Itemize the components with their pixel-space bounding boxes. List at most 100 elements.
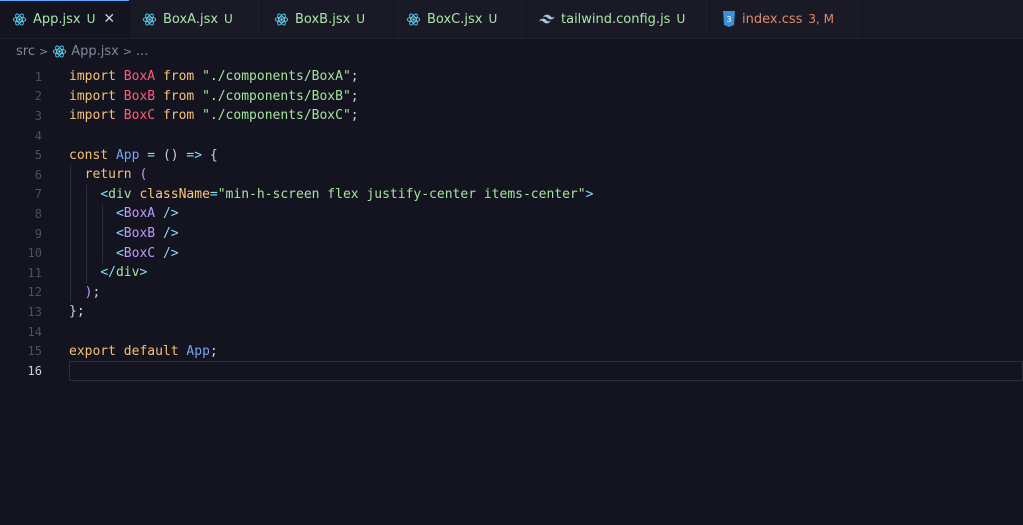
line-number: 16 [27, 363, 42, 378]
code-token: ; [350, 88, 359, 104]
code-token: BoxC [123, 108, 156, 124]
code-line[interactable]: 1 import BoxA from "./components/BoxA"; [0, 67, 1023, 87]
tab-status-badge: U [86, 12, 96, 26]
code-text: }; [69, 304, 85, 319]
code-line[interactable]: 13}; [0, 302, 1023, 322]
code-token: App [115, 147, 140, 163]
code-line[interactable]: 5 const App = () => { [0, 145, 1023, 165]
code-token: const [69, 147, 109, 163]
tab-index-css[interactable]: 3 index.css 3, M [710, 0, 863, 38]
code-text: import BoxA from "./components/BoxA"; [69, 69, 359, 84]
code-token: > [139, 265, 148, 281]
line-number: 3 [34, 108, 42, 123]
code-token: BoxB [123, 226, 156, 242]
code-line[interactable]: 10 <BoxC /> [0, 243, 1023, 263]
code-token: import [69, 88, 116, 104]
code-text: ); [69, 284, 101, 300]
code-line[interactable]: 8 <BoxA /> [0, 204, 1023, 224]
code-token: > [585, 186, 594, 202]
code-line[interactable]: 12 ); [0, 283, 1023, 303]
react-icon [53, 45, 67, 57]
svg-text:3: 3 [726, 15, 731, 24]
code-token: ; [209, 343, 218, 359]
code-token: /> [162, 245, 179, 261]
tab-label: BoxA.jsx [163, 11, 219, 27]
code-line[interactable]: 14 [0, 322, 1023, 342]
code-token: => [186, 147, 203, 163]
code-token: = [209, 186, 218, 202]
code-token: ; [350, 69, 359, 85]
code-text: return ( [69, 167, 148, 183]
line-number: 8 [34, 206, 42, 221]
line-number: 15 [27, 344, 42, 359]
code-token: ( [139, 167, 148, 183]
tailwind-icon [539, 14, 555, 24]
tab-label: tailwind.config.js [561, 11, 671, 27]
code-editor[interactable]: 1 import BoxA from "./components/BoxA"; 2 i… [0, 63, 1023, 381]
code-text: </div> [69, 265, 147, 280]
code-token: BoxB [123, 88, 156, 104]
close-icon[interactable]: ✕ [103, 11, 115, 27]
tab-boxb-jsx[interactable]: BoxB.jsx U [262, 0, 394, 38]
code-token: () [162, 147, 187, 163]
code-token: < [115, 206, 124, 222]
code-token: { [202, 147, 218, 163]
tab-tailwind-config-js[interactable]: tailwind.config.js U [527, 0, 710, 38]
line-number: 14 [27, 324, 42, 339]
code-line[interactable]: 3 import BoxC from "./components/BoxC"; [0, 106, 1023, 126]
code-line[interactable]: 9 <BoxB /> [0, 224, 1023, 244]
code-token: className [139, 186, 210, 202]
code-line[interactable]: 15 export default App; [0, 341, 1023, 361]
code-token: div [108, 186, 132, 202]
code-line[interactable]: 11 </div> [0, 263, 1023, 283]
css-icon: 3 [723, 11, 735, 27]
breadcrumb-more[interactable]: ... [136, 44, 148, 59]
code-token: /> [162, 226, 179, 242]
code-token: from [162, 108, 195, 124]
code-token: BoxC [123, 245, 156, 261]
indent-guide [102, 204, 103, 263]
code-token: "./components/BoxA" [202, 69, 351, 85]
code-token: BoxA [123, 206, 156, 222]
tab-label: App.jsx [33, 11, 81, 27]
code-line[interactable]: 7 <div className="min-h-screen flex just… [0, 185, 1023, 205]
tab-status-badge: U [356, 12, 366, 26]
line-number: 11 [27, 265, 42, 280]
code-token: < [100, 186, 109, 202]
line-number: 1 [34, 69, 42, 84]
code-token: default [123, 343, 179, 359]
tab-status-badge: 3, M [808, 12, 835, 26]
code-line[interactable]: 4 [0, 126, 1023, 146]
code-token: import [69, 108, 116, 124]
breadcrumb-folder[interactable]: src [16, 44, 35, 59]
code-token: }; [69, 304, 85, 320]
tab-app-jsx[interactable]: App.jsx U ✕ [0, 0, 130, 38]
code-line[interactable]: 16 [0, 360, 1023, 381]
tab-boxc-jsx[interactable]: BoxC.jsx U [394, 0, 527, 38]
code-line[interactable]: 6 return ( [0, 165, 1023, 185]
tab-status-badge: U [488, 12, 498, 26]
line-number: 13 [27, 304, 42, 319]
chevron-right-icon: > [122, 44, 133, 58]
code-text: export default App; [69, 344, 218, 359]
code-text: const App = () => { [69, 148, 218, 163]
tab-status-badge: U [224, 12, 233, 26]
react-icon [142, 13, 157, 25]
breadcrumb-file[interactable]: App.jsx [71, 44, 119, 59]
code-line[interactable]: 2 import BoxB from "./components/BoxB"; [0, 87, 1023, 107]
tab-boxa-jsx[interactable]: BoxA.jsx U [130, 0, 262, 38]
code-token: ; [92, 284, 101, 300]
line-number: 12 [27, 285, 42, 300]
